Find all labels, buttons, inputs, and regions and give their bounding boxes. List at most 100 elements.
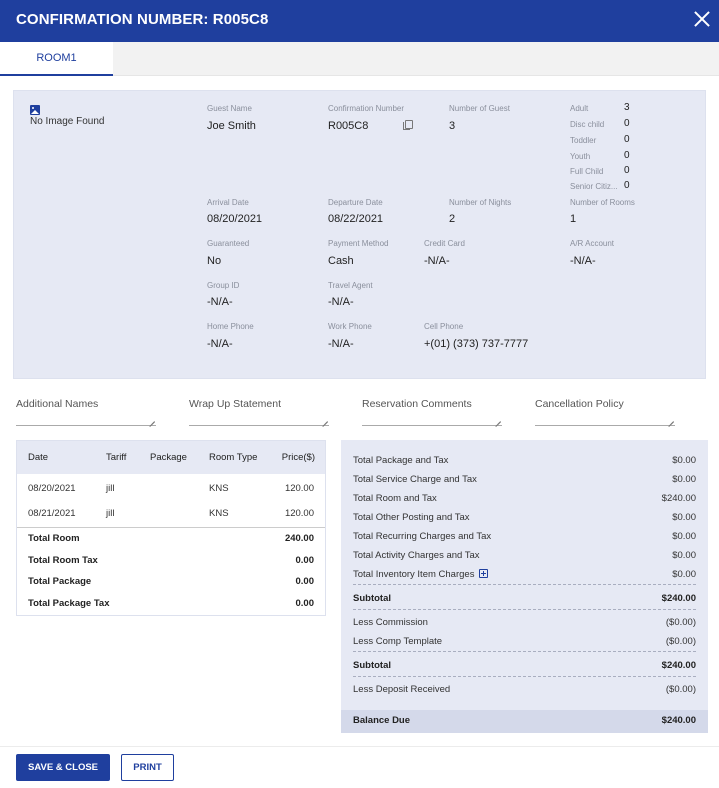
subtotal-label: Subtotal (353, 660, 391, 671)
summary-value: $0.00 (672, 550, 696, 561)
resize-grip-icon[interactable] (668, 416, 674, 422)
col-package: Package (150, 452, 187, 463)
summary-label: Total Package and Tax (353, 455, 449, 466)
work-phone-value: -N/A- (328, 338, 354, 350)
summary-label: Total Service Charge and Tax (353, 474, 477, 485)
rate-table: Date Tariff Package Room Type Price($) 0… (16, 440, 326, 616)
ar-account-value: -N/A- (570, 255, 596, 267)
occupant-full-child-value: 0 (624, 165, 630, 176)
occupant-adult-label: Adult (570, 104, 589, 113)
balance-due-row: Balance Due $240.00 (341, 710, 708, 733)
number-of-guest-label: Number of Guest (449, 104, 510, 113)
subtotal-label: Subtotal (353, 593, 391, 604)
confirmation-number-label: Confirmation Number (328, 104, 405, 113)
col-price: Price($) (281, 452, 315, 463)
summary-value: $0.00 (672, 455, 696, 466)
occupant-senior-value: 0 (624, 180, 630, 191)
wrap-up-statement-label: Wrap Up Statement (189, 398, 282, 410)
row-date: 08/21/2021 (28, 508, 76, 519)
cancellation-policy-field[interactable]: Cancellation Policy (535, 396, 675, 426)
cancellation-policy-label: Cancellation Policy (535, 398, 624, 410)
col-room-type: Room Type (209, 452, 258, 463)
no-image-text: No Image Found (30, 116, 105, 127)
payment-method-value: Cash (328, 255, 354, 267)
number-of-guest-value: 3 (449, 120, 456, 132)
total-package-tax-value: 0.00 (295, 598, 315, 609)
reservation-comments-label: Reservation Comments (362, 398, 472, 410)
departure-date-value: 08/22/2021 (328, 213, 384, 225)
less-comp-template-label: Less Comp Template (353, 636, 443, 647)
summary-label: Total Room and Tax (353, 493, 437, 504)
row-price: 120.00 (284, 508, 314, 519)
total-package-label: Total Package (28, 576, 92, 587)
number-of-nights-value: 2 (449, 213, 456, 225)
work-phone-label: Work Phone (328, 322, 372, 331)
dialog-title: CONFIRMATION NUMBER: R005C8 (16, 11, 269, 28)
number-of-nights-label: Number of Nights (449, 198, 512, 207)
print-button[interactable]: PRINT (121, 754, 174, 781)
subtotal-value: $240.00 (661, 660, 696, 671)
occupant-toddler-value: 0 (624, 134, 630, 145)
guaranteed-label: Guaranteed (207, 239, 250, 248)
total-room-tax-label: Total Room Tax (28, 555, 98, 566)
summary-value: $0.00 (672, 569, 696, 580)
number-of-rooms-label: Number of Rooms (570, 198, 635, 207)
resize-grip-icon[interactable] (322, 416, 328, 422)
balance-due-label: Balance Due (353, 715, 411, 726)
less-deposit-label: Less Deposit Received (353, 684, 451, 695)
divider (353, 676, 696, 677)
row-room-type: KNS (209, 508, 229, 519)
charges-summary-panel: Total Package and Tax $0.00 Total Servic… (341, 440, 708, 733)
less-deposit-value: ($0.00) (665, 684, 696, 695)
occupant-youth-label: Youth (570, 152, 591, 161)
copy-icon[interactable] (403, 120, 413, 130)
additional-names-field[interactable]: Additional Names (16, 396, 156, 426)
rate-table-header: Date Tariff Package Room Type Price($) (17, 441, 325, 474)
group-id-label: Group ID (207, 281, 240, 290)
summary-value: $0.00 (672, 512, 696, 523)
credit-card-value: -N/A- (424, 255, 450, 267)
total-room-label: Total Room (28, 533, 80, 544)
col-date: Date (28, 452, 49, 463)
reservation-comments-field[interactable]: Reservation Comments (362, 396, 502, 426)
divider (353, 584, 696, 585)
home-phone-label: Home Phone (207, 322, 254, 331)
close-icon[interactable] (691, 8, 713, 30)
room-tabs: ROOM1 (0, 42, 719, 76)
row-date: 08/20/2021 (28, 483, 76, 494)
occupant-youth-value: 0 (624, 150, 630, 161)
less-comp-template-value: ($0.00) (665, 636, 696, 647)
subtotal-value: $240.00 (661, 593, 696, 604)
summary-value: $0.00 (672, 531, 696, 542)
resize-grip-icon[interactable] (149, 416, 155, 422)
save-close-button[interactable]: SAVE & CLOSE (16, 754, 110, 781)
row-tariff: jill (106, 508, 115, 519)
ar-account-label: A/R Account (570, 239, 615, 248)
guest-name-label: Guest Name (207, 104, 252, 113)
group-id-value: -N/A- (207, 296, 233, 308)
occupant-disc-child-value: 0 (624, 118, 630, 129)
summary-label: Total Other Posting and Tax (353, 512, 470, 523)
occupant-full-child-label: Full Child (570, 167, 604, 176)
row-tariff: jill (106, 483, 115, 494)
resize-grip-icon[interactable] (495, 416, 501, 422)
payment-method-label: Payment Method (328, 239, 389, 248)
tab-room1[interactable]: ROOM1 (0, 42, 113, 76)
row-room-type: KNS (209, 483, 229, 494)
guaranteed-value: No (207, 255, 222, 267)
expand-plus-icon[interactable] (479, 569, 489, 578)
divider (353, 651, 696, 652)
guest-info-panel: No Image Found Guest Name Joe Smith Conf… (13, 90, 706, 379)
less-commission-label: Less Commission (353, 617, 428, 628)
col-tariff: Tariff (106, 452, 127, 463)
balance-due-value: $240.00 (661, 715, 696, 726)
total-room-tax-value: 0.00 (295, 555, 315, 566)
travel-agent-value: -N/A- (328, 296, 354, 308)
number-of-rooms-value: 1 (570, 213, 577, 225)
additional-names-label: Additional Names (16, 398, 99, 410)
occupant-toddler-label: Toddler (570, 136, 597, 145)
confirmation-number-value: R005C8 (328, 120, 369, 132)
total-room-value: 240.00 (284, 533, 314, 544)
less-commission-value: ($0.00) (665, 617, 696, 628)
wrap-up-statement-field[interactable]: Wrap Up Statement (189, 396, 329, 426)
